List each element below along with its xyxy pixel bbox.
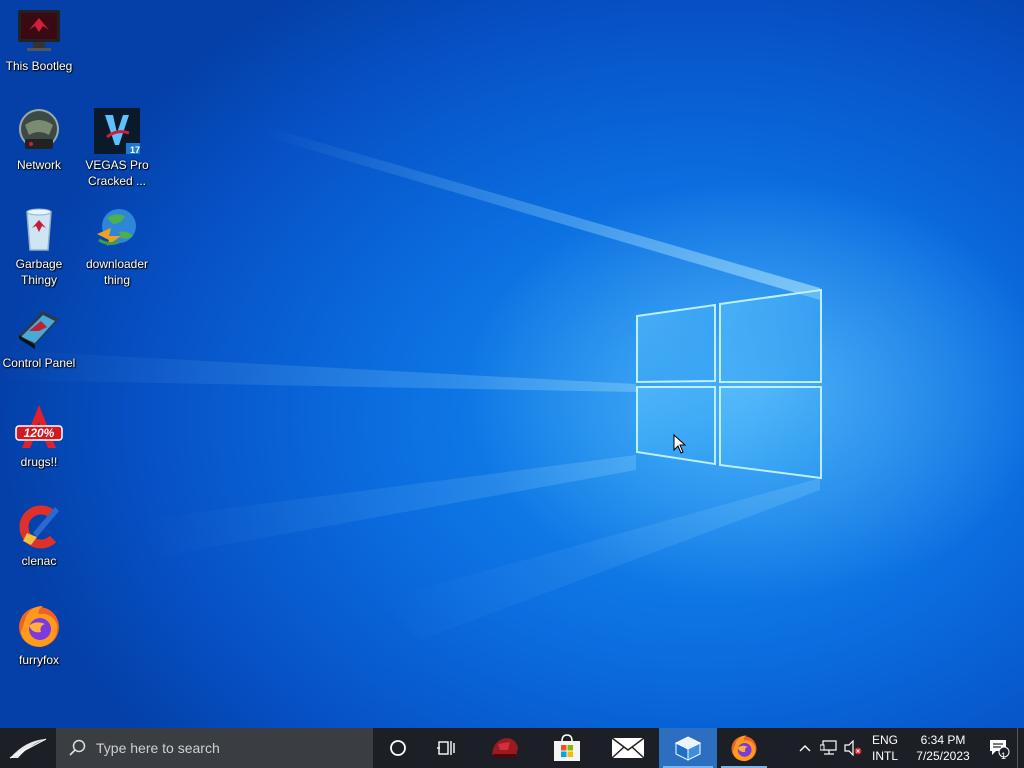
desktop-icon-clenac[interactable]: clenac (1, 503, 77, 569)
input-language-indicator[interactable]: ENG INTL (865, 732, 905, 764)
task-view-icon (437, 741, 455, 755)
cortana-icon (390, 740, 406, 756)
desktop-icon-this-bootleg[interactable]: This Bootleg (1, 8, 77, 74)
sandbox-icon (674, 736, 702, 761)
desktop-icon-network[interactable]: Network (1, 107, 77, 173)
computer-icon (15, 8, 63, 56)
desktop[interactable]: This Bootleg Network 17 VEGAS Pro Cracke… (0, 0, 1024, 728)
search-placeholder: Type here to search (96, 740, 220, 756)
volume-muted-icon (844, 740, 862, 756)
desktop-icon-label: Network (16, 158, 61, 172)
clock-date: 7/25/2023 (916, 749, 970, 763)
vegas-version-badge: 17 (129, 145, 140, 155)
mouse-cursor-icon (673, 433, 687, 459)
app-icon (492, 738, 518, 758)
network-icon (15, 107, 63, 155)
mail-icon (611, 737, 645, 759)
keyboard-layout: INTL (871, 749, 898, 763)
store-button[interactable] (537, 728, 597, 768)
task-view-button[interactable] (423, 728, 471, 768)
system-tray: ENG INTL 6:34 PM 7/25/2023 1 (793, 728, 1024, 768)
show-desktop-button[interactable] (1017, 728, 1024, 768)
taskbar: Type here to search ENG INTL 6:34 PM 7/2… (0, 728, 1024, 768)
chevron-up-icon (799, 745, 811, 752)
desktop-icon-label: Garbage Thingy (15, 257, 63, 287)
logo-120-text: 120% (23, 426, 55, 440)
desktop-icon-label: furryfox (18, 653, 59, 667)
download-manager-icon (93, 206, 141, 254)
search-box[interactable]: Type here to search (56, 728, 373, 768)
desktop-icon-label: clenac (21, 554, 57, 568)
ccleaner-icon (15, 503, 63, 551)
firefox-taskbar-button[interactable] (717, 728, 771, 768)
language-code: ENG (871, 733, 898, 747)
sandbox-button[interactable] (659, 728, 717, 768)
taskbar-app-button[interactable] (471, 728, 537, 768)
clock-time: 6:34 PM (920, 733, 966, 747)
desktop-icon-control-panel[interactable]: Control Panel (1, 305, 77, 371)
start-icon (9, 738, 47, 759)
store-icon (554, 734, 580, 761)
desktop-icon-label: Control Panel (2, 356, 76, 370)
mail-button[interactable] (597, 728, 659, 768)
desktop-icon-furryfox[interactable]: furryfox (1, 602, 77, 668)
notification-icon (990, 740, 1010, 758)
recycle-bin-icon (15, 206, 63, 254)
firefox-icon (731, 735, 757, 762)
network-wired-icon (820, 740, 837, 755)
desktop-icon-label: This Bootleg (5, 59, 73, 73)
show-hidden-icons-button[interactable] (793, 728, 817, 768)
start-button[interactable] (0, 728, 56, 768)
desktop-icon-label: downloader thing (85, 257, 149, 287)
firefox-icon (15, 602, 63, 650)
desktop-icon-vegas-pro[interactable]: 17 VEGAS Pro Cracked ... (79, 107, 155, 189)
desktop-icon-garbage-thingy[interactable]: Garbage Thingy (1, 206, 77, 288)
cortana-button[interactable] (373, 728, 423, 768)
clock[interactable]: 6:34 PM 7/25/2023 (905, 732, 981, 764)
alcohol-120-icon: 120% (15, 404, 63, 452)
vegas-pro-icon: 17 (93, 107, 141, 155)
action-center-button[interactable]: 1 (981, 728, 1017, 768)
search-icon (69, 739, 86, 756)
control-panel-icon (15, 305, 63, 353)
volume-tray-button[interactable] (841, 728, 865, 768)
network-tray-button[interactable] (817, 728, 841, 768)
notification-count-badge: 1 (1000, 751, 1006, 761)
desktop-icon-label: VEGAS Pro Cracked ... (85, 158, 149, 188)
desktop-icon-label: drugs!! (20, 455, 58, 469)
desktop-icon-drugs[interactable]: 120% drugs!! (1, 404, 77, 470)
desktop-icon-downloader-thing[interactable]: downloader thing (79, 206, 155, 288)
